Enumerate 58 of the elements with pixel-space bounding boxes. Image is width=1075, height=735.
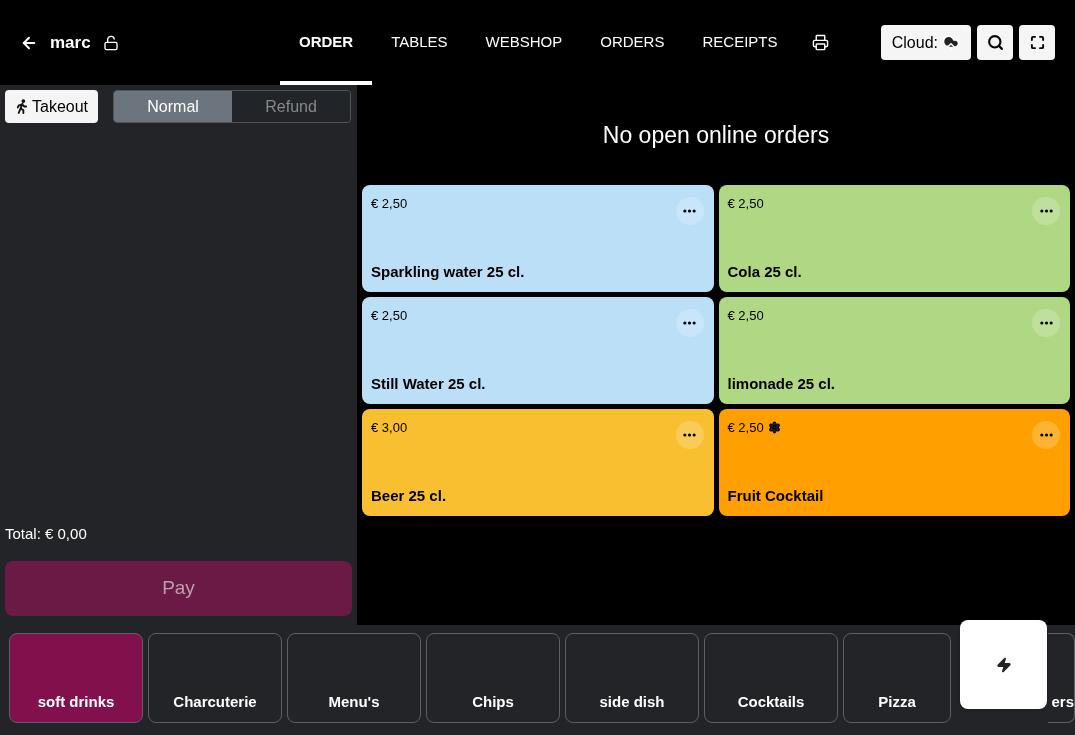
cloud-button[interactable]: Cloud: <box>880 25 971 60</box>
category-tile[interactable]: side dish <box>565 633 699 723</box>
nav-tab[interactable]: TABLES <box>372 0 467 85</box>
product-tile[interactable]: € 2,50 Fruit Cocktail <box>718 409 1070 516</box>
product-name: Cola 25 cl. <box>727 261 803 282</box>
nav-tab[interactable]: ORDERS <box>581 0 684 85</box>
nav-tab[interactable]: RECEIPTS <box>683 0 797 85</box>
unlock-icon[interactable] <box>102 34 119 51</box>
category-tile[interactable]: Cocktails <box>704 633 838 723</box>
takeout-button[interactable]: Takeout <box>5 90 99 123</box>
ellipsis-icon <box>1039 321 1053 325</box>
product-price: € 2,50 <box>371 195 408 213</box>
product-name: Sparkling water 25 cl. <box>371 261 526 282</box>
category-tile[interactable]: Charcuterie <box>148 633 282 723</box>
product-price: € 2,50 <box>371 307 408 325</box>
ellipsis-icon <box>1039 209 1053 213</box>
online-orders-message: No open online orders <box>602 120 830 150</box>
ellipsis-icon <box>683 209 696 213</box>
more-options-button[interactable] <box>1032 421 1060 449</box>
product-name: limonade 25 cl. <box>727 373 837 394</box>
nav-tab[interactable]: WEBSHOP <box>466 0 582 85</box>
ellipsis-icon <box>683 321 696 325</box>
lightning-icon <box>995 656 1012 673</box>
product-name: Fruit Cocktail <box>727 485 825 506</box>
product-price: € 2,50 <box>727 419 764 437</box>
more-options-button[interactable] <box>675 197 704 225</box>
more-options-button[interactable] <box>1032 197 1060 225</box>
category-tile[interactable]: ers <box>1048 633 1075 723</box>
product-tile[interactable]: € 2,50 limonade 25 cl. <box>718 297 1070 404</box>
product-price: € 2,50 <box>727 307 764 325</box>
more-options-button[interactable] <box>675 309 704 337</box>
category-tile[interactable]: Pizza <box>843 633 951 723</box>
fullscreen-icon <box>1029 35 1045 50</box>
pay-button[interactable]: Pay <box>5 561 352 616</box>
category-tile[interactable]: Menu's <box>287 633 421 723</box>
mode-toggle[interactable]: Normal <box>114 91 233 122</box>
more-options-button[interactable] <box>1032 309 1060 337</box>
product-price: € 3,00 <box>371 419 408 437</box>
more-options-button[interactable] <box>675 421 704 449</box>
product-name: Beer 25 cl. <box>371 485 448 506</box>
fullscreen-button[interactable] <box>1019 25 1055 60</box>
order-total: Total: € 0,00 <box>5 523 88 544</box>
product-tile[interactable]: € 2,50 Still Water 25 cl. <box>362 297 714 404</box>
product-price: € 2,50 <box>727 195 764 213</box>
ellipsis-icon <box>683 433 696 437</box>
category-tile[interactable]: Chips <box>426 633 560 723</box>
product-tile[interactable]: € 2,50 Sparkling water 25 cl. <box>362 185 714 292</box>
product-name: Still Water 25 cl. <box>371 373 487 394</box>
printer-icon[interactable] <box>812 34 830 51</box>
product-tile[interactable]: € 2,50 Cola 25 cl. <box>718 185 1070 292</box>
category-tile[interactable]: soft drinks <box>9 633 143 723</box>
cloud-upload-icon <box>942 33 960 52</box>
user-name: marc <box>50 31 91 54</box>
search-button[interactable] <box>977 25 1013 60</box>
running-person-icon <box>15 99 28 114</box>
search-icon <box>986 34 1004 51</box>
product-tile[interactable]: € 3,00 Beer 25 cl. <box>362 409 714 516</box>
ellipsis-icon <box>1039 433 1053 437</box>
